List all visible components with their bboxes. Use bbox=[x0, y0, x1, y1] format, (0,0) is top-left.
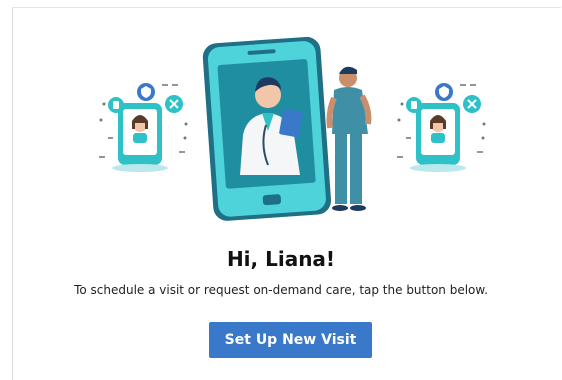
instruction-text: To schedule a visit or request on-demand… bbox=[74, 283, 488, 297]
telehealth-illustration bbox=[99, 36, 486, 221]
greeting-title: Hi, Liana! bbox=[226, 247, 336, 271]
left-patient-phone-illustration bbox=[99, 83, 188, 172]
doctor-phone-illustration bbox=[202, 36, 372, 221]
set-up-new-visit-button[interactable]: Set Up New Visit bbox=[209, 322, 372, 358]
right-patient-phone-illustration bbox=[397, 83, 486, 172]
